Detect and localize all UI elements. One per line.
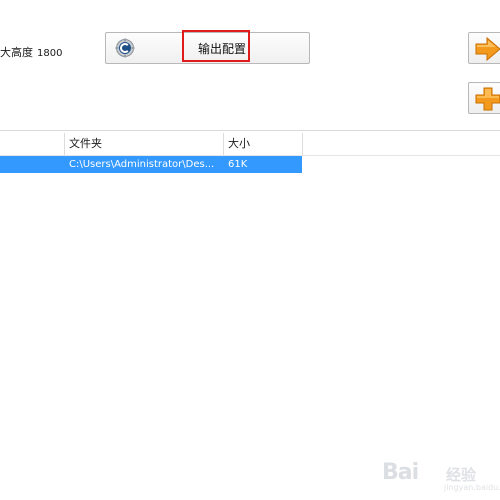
list-top-divider [0, 130, 500, 131]
baidu-jingyan-watermark: Bai 经验 jingyan.baidu.com [382, 460, 500, 496]
row-folder-cell: C:\Users\Administrator\Des... [69, 159, 215, 170]
file-list-header: 文件夹 大小 [0, 133, 500, 156]
max-height-label: 大高度 [0, 46, 33, 59]
column-header-folder[interactable]: 文件夹 [65, 133, 224, 155]
next-button[interactable] [468, 32, 500, 64]
row-size-cell: 61K [228, 159, 248, 170]
gear-icon [115, 38, 135, 58]
max-height-setting: 大高度 1800 [0, 44, 62, 60]
orange-plus-icon [475, 87, 500, 111]
red-highlight-box [182, 30, 250, 62]
max-height-value: 1800 [37, 48, 63, 59]
column-header-size[interactable]: 大小 [224, 133, 303, 155]
watermark-url: jingyan.baidu.com [444, 483, 500, 492]
add-button[interactable] [468, 82, 500, 114]
column-header-name[interactable] [0, 133, 65, 155]
table-row[interactable]: C:\Users\Administrator\Des... 61K [0, 156, 302, 173]
orange-arrow-right-icon [475, 36, 500, 62]
watermark-logo: Bai [382, 460, 419, 485]
watermark-text: 经验 [446, 466, 477, 484]
